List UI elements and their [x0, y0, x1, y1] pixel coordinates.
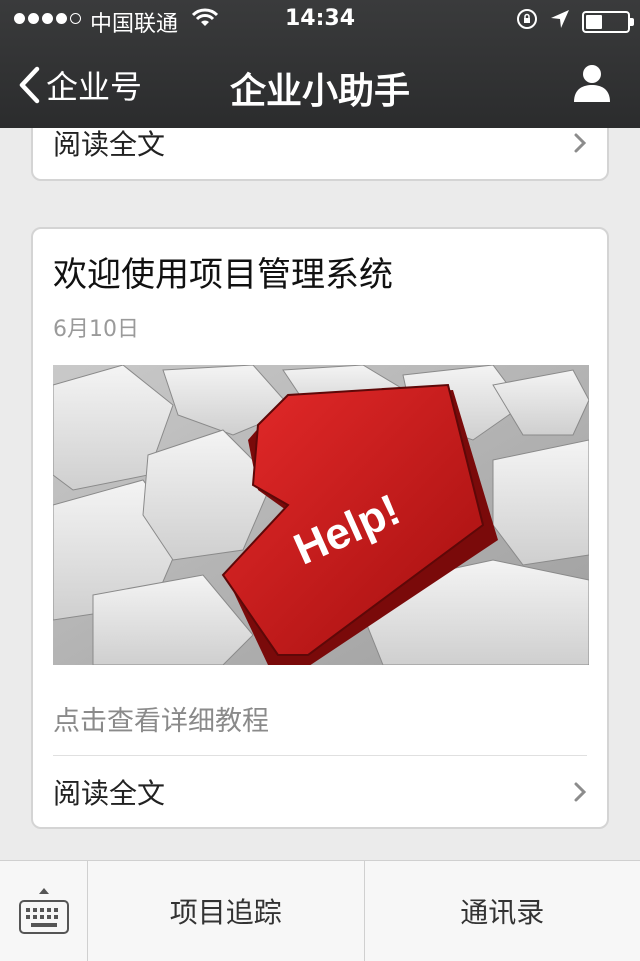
status-bar: 中国联通 14:34 — [0, 0, 640, 40]
rotation-lock-icon — [516, 8, 538, 36]
location-arrow-icon — [550, 9, 570, 35]
person-icon — [572, 62, 612, 102]
chevron-right-icon — [573, 132, 587, 154]
message-feed[interactable]: 阅读全文 欢迎使用项目管理系统 6月10日 — [0, 128, 640, 860]
page-title: 企业小助手 — [0, 62, 640, 114]
article-cover-image[interactable]: Help! — [53, 365, 589, 665]
article-card[interactable]: 欢迎使用项目管理系统 6月10日 — [31, 227, 609, 829]
battery-icon — [582, 11, 630, 33]
read-more-link[interactable]: 阅读全文 — [53, 128, 587, 179]
status-right-group — [516, 8, 630, 36]
bottom-menu-bar: 项目追踪 通讯录 — [0, 860, 640, 961]
nav-bar: 企业号 企业小助手 — [0, 40, 640, 128]
tab-contacts[interactable]: 通讯录 — [364, 861, 640, 961]
read-more-link[interactable]: 阅读全文 — [53, 757, 587, 827]
keyboard-toggle-button[interactable] — [0, 861, 88, 961]
tab-project-tracking[interactable]: 项目追踪 — [88, 861, 364, 961]
read-more-label: 阅读全文 — [53, 128, 165, 163]
divider — [53, 755, 587, 756]
profile-button[interactable] — [572, 62, 612, 106]
article-title: 欢迎使用项目管理系统 — [53, 247, 393, 296]
chevron-up-icon — [39, 888, 49, 894]
chevron-right-icon — [573, 781, 587, 803]
article-date: 6月10日 — [53, 311, 139, 343]
article-summary: 点击查看详细教程 — [53, 699, 269, 738]
keyboard-icon — [19, 900, 69, 934]
read-more-label: 阅读全文 — [53, 772, 165, 812]
header: 中国联通 14:34 — [0, 0, 640, 128]
article-card: 阅读全文 — [31, 128, 609, 181]
battery-level — [586, 15, 602, 29]
